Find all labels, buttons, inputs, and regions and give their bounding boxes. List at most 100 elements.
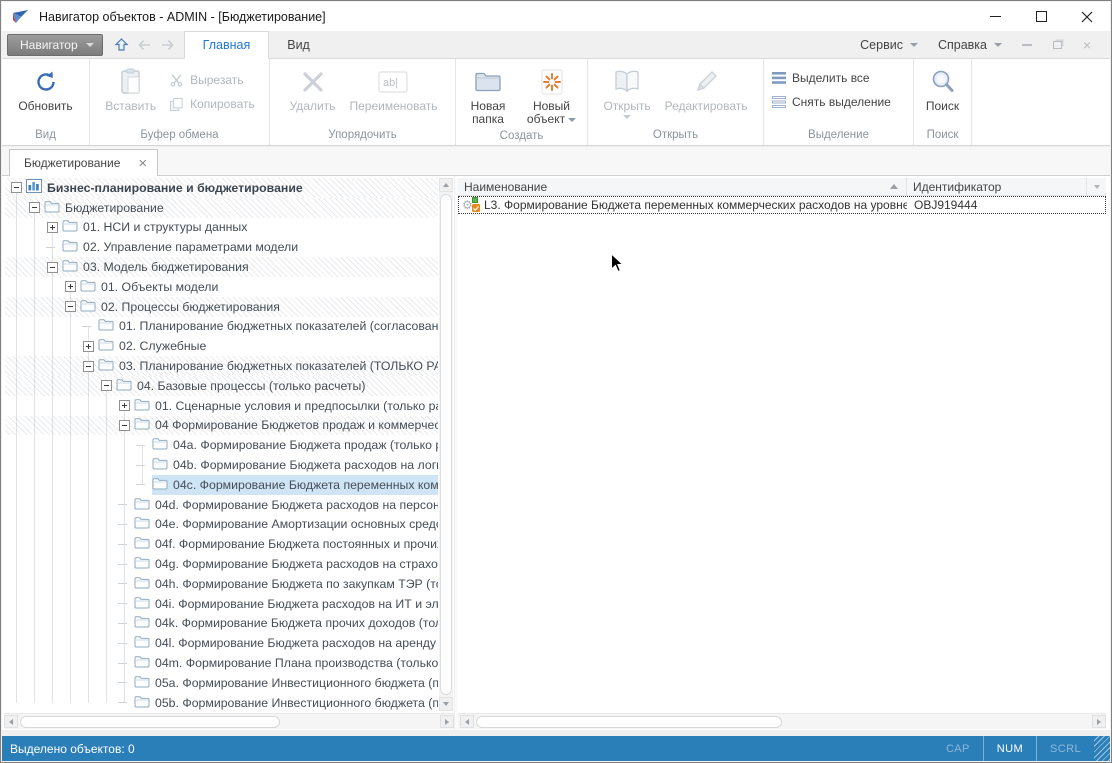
scroll-down-button[interactable]: [439, 697, 453, 711]
folder-icon: [116, 378, 132, 394]
cut-button[interactable]: Вырезать: [165, 70, 259, 90]
tree-item[interactable]: 02. Процессы бюджетирования: [5, 297, 438, 317]
tree-item[interactable]: 05b. Формирование Инвестиционного бюджет…: [5, 693, 438, 711]
tree-item[interactable]: Бюджетирование: [5, 198, 438, 218]
window-layout-button[interactable]: [1044, 34, 1070, 56]
column-header-id[interactable]: Идентификатор: [907, 178, 1086, 195]
select-all-icon: [772, 72, 786, 84]
navigator-menu-button[interactable]: Навигатор: [7, 34, 103, 56]
tree-item[interactable]: 01. Планирование бюджетных показателей (…: [5, 317, 438, 337]
tree-item[interactable]: 04b. Формирование Бюджета расходов на ло…: [5, 455, 438, 475]
folder-icon: [134, 655, 150, 671]
tree-item[interactable]: 04k. Формирование Бюджета прочих доходов…: [5, 614, 438, 634]
tree-item[interactable]: 01. Сценарные условия и предпосылки (тол…: [5, 396, 438, 416]
tree-item[interactable]: 02. Служебные: [5, 336, 438, 356]
scroll-up-button[interactable]: [439, 178, 453, 192]
tree-item[interactable]: 04m. Формирование Плана производства (то…: [5, 653, 438, 673]
scroll-right-button[interactable]: [440, 715, 454, 728]
tree-item[interactable]: 04g. Формирование Бюджета расходов на ст…: [5, 554, 438, 574]
paste-label: Вставить: [105, 100, 156, 113]
clear-selection-button[interactable]: Снять выделение: [768, 92, 895, 112]
close-button[interactable]: [1064, 2, 1110, 31]
menu-servis[interactable]: Сервис: [852, 38, 926, 52]
folder-icon: [134, 635, 150, 651]
list-horizontal-scrollbar[interactable]: [458, 713, 1106, 729]
scroll-right-button[interactable]: [1092, 715, 1106, 728]
tree-item[interactable]: 05a. Формирование Инвестиционного бюджет…: [5, 673, 438, 693]
menu-row: Навигатор Главная Вид Сервис Справка ×: [2, 31, 1110, 59]
arrow-left-icon: [465, 719, 469, 725]
refresh-button[interactable]: Обновить: [13, 62, 77, 115]
copy-button[interactable]: Копировать: [165, 94, 259, 114]
new-object-button[interactable]: Новый объект: [520, 62, 583, 128]
scroll-left-button[interactable]: [4, 715, 18, 728]
tree-expander[interactable]: [65, 301, 76, 312]
tree-item[interactable]: 04 Формирование Бюджетов продаж и коммер…: [5, 416, 438, 436]
tab-close-icon[interactable]: ×: [138, 156, 147, 171]
tree-item[interactable]: 04. Базовые процессы (только расчеты): [5, 376, 438, 396]
tree-item[interactable]: 03. Модель бюджетирования: [5, 257, 438, 277]
forward-icon[interactable]: [159, 37, 176, 53]
document-tab-budget[interactable]: Бюджетирование ×: [9, 149, 158, 176]
column-header-name[interactable]: Наименование: [458, 178, 907, 195]
tree-item[interactable]: 04e. Формирование Амортизации основных с…: [5, 515, 438, 535]
tree-item[interactable]: 04i. Формирование Бюджета расходов на ИТ…: [5, 594, 438, 614]
resize-grip[interactable]: [1094, 736, 1110, 761]
tree-item[interactable]: 04a. Формирование Бюджета продаж (только…: [5, 435, 438, 455]
close-document-button[interactable]: ×: [1074, 34, 1100, 56]
ribbon-tab-glavnaya[interactable]: Главная: [184, 31, 270, 59]
tree-item[interactable]: 04l. Формирование Бюджета расходов на ар…: [5, 633, 438, 653]
tree-item[interactable]: 01. НСИ и структуры данных: [5, 218, 438, 238]
tree-item[interactable]: 01. Объекты модели: [5, 277, 438, 297]
scrollbar-thumb[interactable]: [440, 194, 452, 695]
tree-item[interactable]: Бизнес-планирование и бюджетирование: [5, 178, 438, 198]
maximize-button[interactable]: [1018, 2, 1064, 31]
tree-expander[interactable]: [47, 262, 58, 273]
paste-button[interactable]: Вставить: [100, 62, 161, 115]
list-row[interactable]: ⚙ L3. Формирование Бюджета переменных ко…: [458, 196, 1106, 214]
ribbon-group-label: Поиск: [914, 127, 971, 145]
tree-item[interactable]: 04h. Формирование Бюджета по закупкам ТЭ…: [5, 574, 438, 594]
tree-item[interactable]: 04d. Формирование Бюджета расходов на пе…: [5, 495, 438, 515]
new-folder-button[interactable]: Новая папка: [460, 62, 516, 128]
tree-item-label: 05a. Формирование Инвестиционного бюджет…: [155, 676, 438, 690]
select-all-button[interactable]: Выделить все: [768, 68, 895, 88]
ribbon-group-label: Открыть: [588, 127, 763, 145]
menu-servis-label: Сервис: [860, 38, 903, 52]
menu-spravka[interactable]: Справка: [930, 38, 1010, 52]
collapse-ribbon-button[interactable]: [1014, 34, 1040, 56]
open-button[interactable]: Открыть: [598, 62, 655, 121]
rename-button[interactable]: ab| Переименовать: [345, 62, 441, 115]
scroll-left-button[interactable]: [460, 715, 474, 728]
tree-item[interactable]: 03. Планирование бюджетных показателей (…: [5, 356, 438, 376]
folder-icon: [134, 695, 150, 711]
scrollbar-thumb[interactable]: [20, 716, 280, 728]
edit-button[interactable]: Редактировать: [660, 62, 753, 115]
main-area: Бизнес-планирование и бюджетированиеБюдж…: [2, 176, 1110, 730]
tree-expander[interactable]: [65, 281, 76, 292]
tree-expander[interactable]: [119, 420, 130, 431]
tree-horizontal-scrollbar[interactable]: [4, 713, 454, 729]
column-options-button[interactable]: [1086, 178, 1106, 195]
delete-button[interactable]: Удалить: [285, 62, 341, 115]
tree-expander[interactable]: [11, 182, 22, 193]
tree-item[interactable]: 04c. Формирование Бюджета переменных ком…: [5, 475, 438, 495]
delete-label: Удалить: [290, 100, 336, 113]
tree-expander[interactable]: [101, 380, 112, 391]
tree-item[interactable]: 02. Управление параметрами модели: [5, 237, 438, 257]
tree-expander[interactable]: [83, 341, 94, 352]
tree-item[interactable]: 04f. Формирование Бюджета постоянных и п…: [5, 534, 438, 554]
list-cell-id: OBJ919444: [907, 198, 977, 212]
up-level-icon[interactable]: [113, 37, 130, 53]
tree-expander[interactable]: [119, 400, 130, 411]
back-icon[interactable]: [136, 37, 153, 53]
ribbon-tab-vid[interactable]: Вид: [269, 31, 328, 59]
tree-item-label: 01. НСИ и структуры данных: [83, 220, 247, 234]
tree-vertical-scrollbar[interactable]: [439, 178, 453, 711]
tree-expander[interactable]: [83, 361, 94, 372]
tree-expander[interactable]: [47, 222, 58, 233]
minimize-button[interactable]: [972, 2, 1018, 31]
scrollbar-thumb[interactable]: [476, 716, 782, 728]
tree-expander[interactable]: [29, 202, 40, 213]
search-button[interactable]: Поиск: [915, 62, 971, 115]
